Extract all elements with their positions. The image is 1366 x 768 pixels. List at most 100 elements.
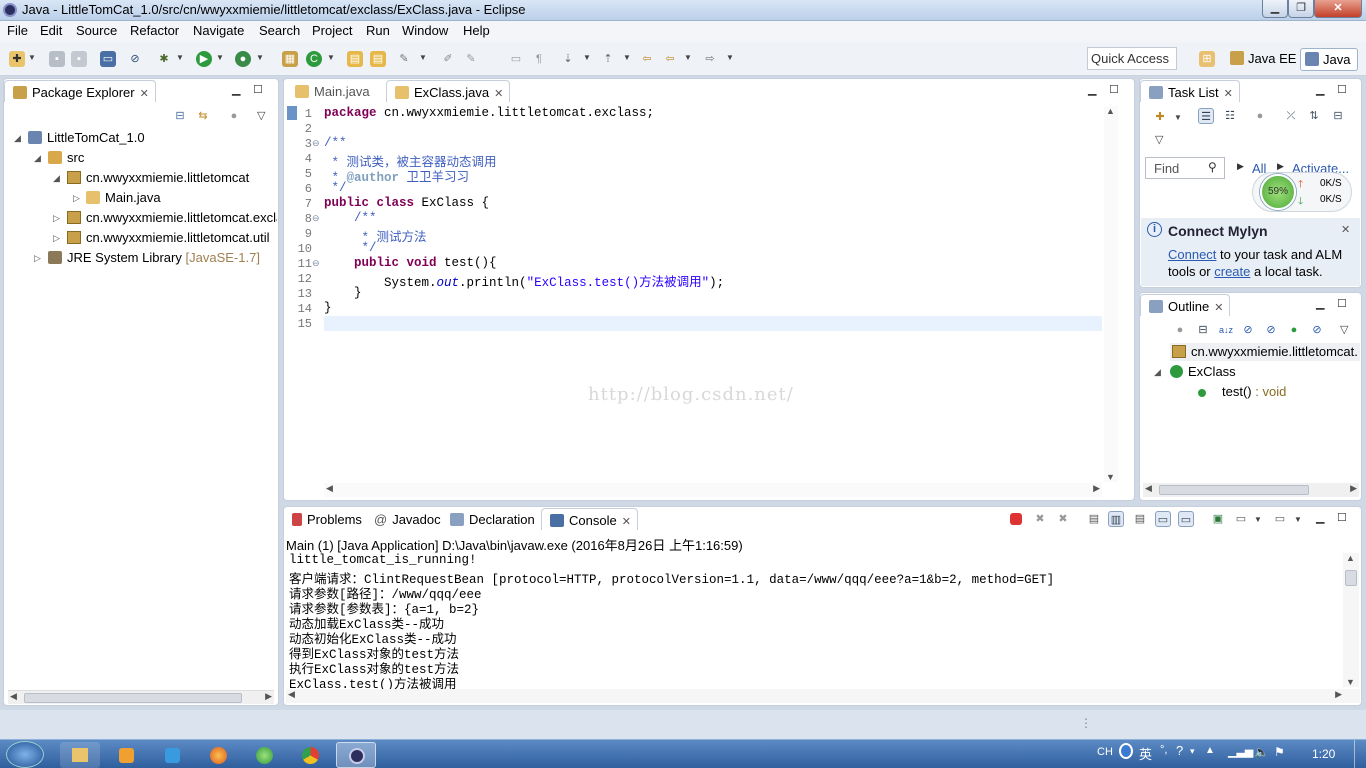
prev-annotation-icon[interactable]: ⇡ (600, 51, 616, 67)
connect-link[interactable]: Connect (1168, 247, 1216, 262)
input-language[interactable]: CH (1097, 746, 1113, 758)
tree-item-main-java[interactable]: Main.java (86, 190, 161, 205)
back-dropdown-icon[interactable]: ▼ (684, 53, 692, 62)
console-horizontal-scrollbar[interactable]: ◀ ▶ (286, 689, 1360, 703)
close-tab-icon[interactable]: ✕ (1214, 302, 1223, 314)
outline-horizontal-scrollbar[interactable]: ◀ ▶ (1143, 483, 1359, 497)
horizontal-scrollbar[interactable]: ◀ ▶ (8, 690, 274, 704)
tab-console[interactable]: Console ✕ (541, 508, 638, 530)
close-button[interactable]: ✕ (1314, 0, 1362, 18)
close-tab-icon[interactable]: ✕ (622, 516, 631, 528)
fold-icon[interactable]: ⊖ (312, 138, 320, 149)
new-icon[interactable]: ✚ (9, 51, 25, 67)
sort-icon[interactable]: a↓z (1218, 322, 1234, 338)
ime-dropdown-icon[interactable]: ▾ (1190, 746, 1195, 757)
back-icon[interactable]: ⇦ (662, 51, 678, 67)
expand-file-icon[interactable]: ▷ (73, 193, 80, 204)
code-line[interactable]: */ (324, 181, 347, 195)
volume-icon[interactable]: 🔈 (1254, 745, 1269, 759)
tab-outline[interactable]: Outline ✕ (1140, 294, 1231, 316)
code-line[interactable]: public void test(){ (324, 256, 497, 270)
menu-search[interactable]: Search (259, 23, 300, 38)
hide-nonpublic-icon[interactable]: ● (1286, 322, 1302, 338)
menu-edit[interactable]: Edit (40, 23, 62, 38)
menu-refactor[interactable]: Refactor (130, 23, 179, 38)
minimize-view-icon[interactable]: ▁ (1316, 83, 1324, 96)
code-line[interactable]: /** (324, 136, 347, 150)
new-task-icon[interactable]: ✚ (1152, 109, 1168, 125)
hide-completed-icon[interactable]: ⇅ (1306, 108, 1322, 124)
open-console-dropdown-icon[interactable]: ▼ (1294, 515, 1302, 524)
new-class-dropdown-icon[interactable]: ▼ (327, 53, 335, 62)
ie-taskbar-icon[interactable] (244, 742, 284, 768)
close-tab-icon[interactable]: ✕ (1224, 88, 1233, 100)
focus-icon[interactable]: ● (226, 108, 242, 124)
console-view-icon[interactable]: ▭ (100, 51, 116, 67)
view-menu-icon[interactable]: ▽ (257, 109, 265, 122)
maximize-view-icon[interactable]: ☐ (253, 83, 263, 96)
external-dropdown-icon[interactable]: ▼ (256, 53, 264, 62)
menu-file[interactable]: File (7, 23, 28, 38)
forward-dropdown-icon[interactable]: ▼ (726, 53, 734, 62)
editor-vertical-scrollbar[interactable]: ▲ ▼ (1104, 106, 1118, 482)
menu-help[interactable]: Help (463, 23, 490, 38)
block-select-icon[interactable]: ¶ (531, 51, 547, 67)
code-line[interactable]: package cn.wwyxxmiemie.littletomcat.excl… (324, 106, 654, 120)
editor-horizontal-scrollbar[interactable]: ◀ ▶ (324, 483, 1102, 497)
expand-package-icon[interactable]: ▷ (53, 233, 60, 244)
expand-class-icon[interactable]: ◢ (1154, 367, 1161, 378)
last-edit-icon[interactable]: ⇦ (639, 51, 655, 67)
code-line[interactable]: } (324, 301, 332, 315)
focus-icon[interactable]: ● (1252, 108, 1268, 124)
help-icon[interactable]: ? (1176, 743, 1183, 758)
outline-item-package[interactable]: cn.wwyxxmiemie.littletomcat. (1172, 344, 1360, 359)
show-hidden-icons-icon[interactable]: ▲ (1205, 745, 1215, 756)
new-package-icon[interactable]: ▦ (282, 51, 298, 67)
terminate-icon[interactable] (1010, 513, 1022, 525)
menu-navigate[interactable]: Navigate (193, 23, 244, 38)
scheduled-icon[interactable]: ☷ (1222, 108, 1238, 124)
firefox-taskbar-icon[interactable] (198, 742, 238, 768)
expand-project-icon[interactable]: ◢ (14, 133, 21, 144)
create-link[interactable]: create (1214, 264, 1250, 279)
hide-static-icon[interactable]: ⊘ (1263, 322, 1279, 338)
new-dropdown-icon[interactable]: ▼ (28, 53, 36, 62)
outline-item-method[interactable]: test() : void (1198, 384, 1286, 399)
tab-javadoc[interactable]: @ Javadoc (366, 508, 447, 530)
close-icon[interactable]: ✕ (1341, 223, 1350, 236)
pin-console-icon[interactable]: ▣ (1210, 511, 1226, 527)
close-tab-icon[interactable]: ✕ (494, 88, 503, 100)
run-icon[interactable]: ▶ (196, 51, 212, 67)
hide-local-types-icon[interactable]: ⊘ (1309, 322, 1325, 338)
maximize-view-icon[interactable]: ☐ (1337, 83, 1347, 96)
scroll-lock-icon[interactable]: ▥ (1108, 511, 1124, 527)
ime-logo-icon[interactable] (1119, 743, 1133, 759)
show-whitespace-icon[interactable]: ▭ (508, 51, 524, 67)
task-find-input[interactable]: Find ⚲ (1145, 157, 1225, 179)
tree-item-src[interactable]: src (48, 150, 84, 165)
show-stderr-icon[interactable]: ▭ (1178, 511, 1194, 527)
search-icon[interactable]: ✎ (396, 51, 412, 67)
tree-item-project[interactable]: LittleTomCat_1.0 (28, 130, 145, 145)
quick-access-field[interactable]: Quick Access (1087, 47, 1177, 70)
tab-main-java[interactable]: Main.java (287, 80, 376, 102)
media-player-taskbar-icon[interactable] (106, 742, 146, 768)
expand-package-icon[interactable]: ◢ (53, 173, 60, 184)
ime-punctuation-icon[interactable]: °, (1160, 744, 1167, 756)
new-class-icon[interactable]: C (306, 51, 322, 67)
code-line[interactable]: */ (324, 241, 377, 255)
debug-icon[interactable]: ✱ (156, 51, 172, 67)
console-vertical-scrollbar[interactable]: ▲ ▼ (1343, 553, 1359, 687)
code-line[interactable]: System.out.println("ExClass.test()方法被调用"… (324, 271, 724, 290)
open-perspective-icon[interactable]: ⊞ (1199, 51, 1215, 67)
debug-dropdown-icon[interactable]: ▼ (176, 53, 184, 62)
close-tab-icon[interactable]: ✕ (140, 88, 149, 100)
tree-item-package-littletomcat[interactable]: cn.wwyxxmiemie.littletomcat (67, 170, 249, 185)
action-center-icon[interactable]: ⚑ (1274, 745, 1285, 759)
perspective-java-ee[interactable]: Java EE (1226, 48, 1300, 71)
start-button-icon[interactable] (6, 741, 44, 768)
maximize-button[interactable]: ❐ (1288, 0, 1314, 18)
tree-item-package-util[interactable]: cn.wwyxxmiemie.littletomcat.util (67, 230, 270, 245)
prev-annotation-dropdown-icon[interactable]: ▼ (623, 53, 631, 62)
perspective-java[interactable]: Java (1300, 48, 1358, 71)
